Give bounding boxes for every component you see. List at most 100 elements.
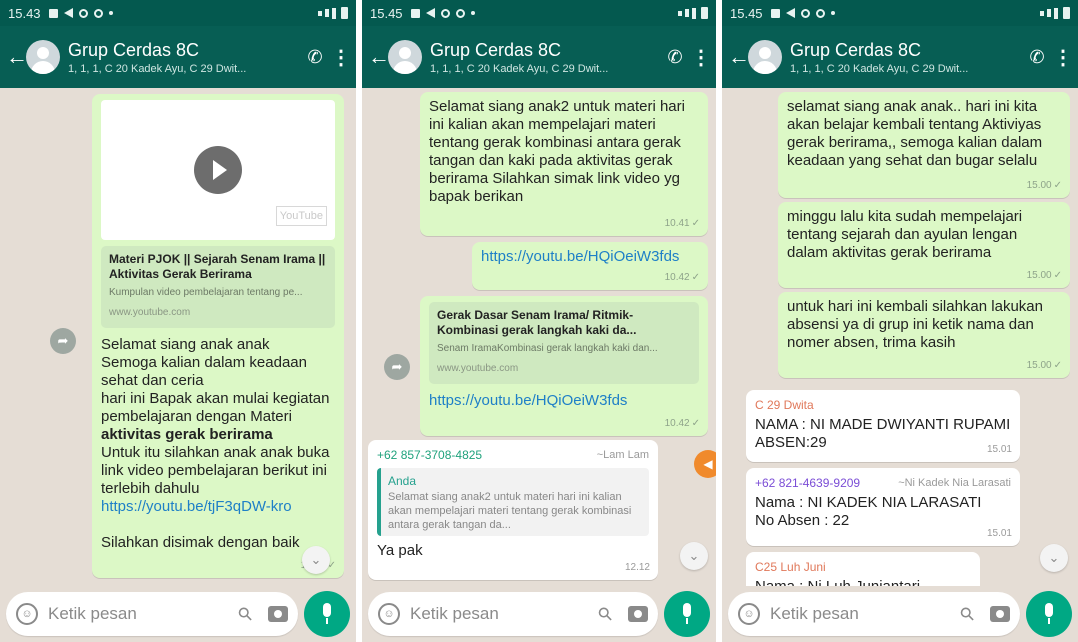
group-avatar[interactable] (26, 40, 60, 74)
back-arrow-icon[interactable]: ← (6, 44, 28, 70)
mic-button[interactable] (1026, 591, 1072, 637)
sender-row: +62 857-3708-4825 ~Lam Lam (377, 446, 649, 464)
chat-info[interactable]: Grup Cerdas 8C 1, 1, 1, C 20 Kadek Ayu, … (68, 40, 300, 75)
send-icon (785, 8, 795, 18)
link-preview[interactable]: Materi PJOK || Sejarah Senam Irama || Ak… (101, 246, 335, 328)
message-link[interactable]: https://youtu.be/HQiOeiW3fds (481, 248, 699, 266)
message-input[interactable]: ☺ Ketik pesan ⚲ (368, 592, 658, 636)
group-avatar[interactable] (748, 40, 782, 74)
gallery-icon (48, 8, 58, 18)
message-bubble[interactable]: Gerak Dasar Senam Irama/ Ritmik-Kombinas… (420, 296, 708, 436)
message-bubble[interactable]: YouTube Materi PJOK || Sejarah Senam Ira… (92, 94, 344, 578)
message-text: Nama : Ni Luh Juniantari (755, 578, 971, 586)
preview-title: Gerak Dasar Senam Irama/ Ritmik-Kombinas… (437, 308, 637, 337)
message-placeholder: Ketik pesan (48, 604, 137, 623)
emoji-icon[interactable]: ☺ (738, 603, 760, 625)
message-bubble[interactable]: https://youtu.be/HQiOeiW3fds 10.42 ✓ (472, 242, 708, 290)
reply-indicator-icon[interactable]: ◀ (694, 450, 716, 478)
more-options-icon[interactable]: ⋮ (1052, 45, 1074, 70)
link-preview[interactable]: Gerak Dasar Senam Irama/ Ritmik-Kombinas… (429, 302, 699, 384)
camera-icon[interactable] (628, 606, 648, 622)
message-bubble[interactable]: untuk hari ini kembali silahkan lakukan … (778, 292, 1070, 378)
group-avatar[interactable] (388, 40, 422, 74)
camera-icon[interactable] (990, 606, 1010, 622)
sender-name[interactable]: +62 857-3708-4825 (377, 446, 482, 464)
add-call-icon[interactable]: ✆ (1022, 47, 1052, 68)
forward-icon[interactable]: ➦ (50, 328, 76, 354)
message-time: 12.12 (624, 562, 650, 573)
scroll-down-icon[interactable]: ⌄ (1040, 544, 1068, 572)
quoted-message[interactable]: Anda Selamat siang anak2 untuk materi ha… (377, 468, 649, 536)
sender-name[interactable]: C25 Luh Juni (755, 558, 826, 576)
message-list[interactable]: selamat siang anak anak.. hari ini kita … (722, 88, 1078, 586)
phone-screen-3: 15.45 ← Grup Cerdas 8C 1, 1, 1, C 20 Kad… (722, 0, 1078, 642)
message-line: Semoga kalian dalam keadaan sehat dan ce… (101, 354, 307, 389)
status-time: 15.45 (370, 5, 403, 21)
scroll-down-icon[interactable]: ⌄ (680, 542, 708, 570)
chat-info[interactable]: Grup Cerdas 8C 1, 1, 1, C 20 Kadek Ayu, … (790, 40, 1022, 75)
notification-dot-icon (830, 11, 835, 15)
message-line: No Absen : 22 (755, 512, 850, 529)
message-line: hari ini Bapak akan mulai kegiatan pembe… (101, 390, 335, 444)
attach-icon[interactable]: ⚲ (593, 602, 617, 626)
mic-button[interactable] (304, 591, 350, 637)
signal-battery-icon (678, 7, 708, 19)
mic-button[interactable] (664, 591, 710, 637)
chat-participants: 1, 1, 1, C 20 Kadek Ayu, C 29 Dwit... (430, 62, 609, 75)
quote-author: Anda (388, 474, 417, 488)
message-bubble[interactable]: Selamat siang anak2 untuk materi hari in… (420, 92, 708, 236)
message-bubble[interactable]: +62 857-3708-4825 ~Lam Lam Anda Selamat … (368, 440, 658, 580)
video-thumbnail[interactable]: YouTube (101, 100, 335, 240)
composer: ☺ Ketik pesan ⚲ (362, 586, 716, 642)
sender-name[interactable]: +62 821-4639-9209 (755, 474, 860, 492)
more-options-icon[interactable]: ⋮ (690, 45, 712, 70)
emoji-icon[interactable]: ☺ (16, 603, 38, 625)
message-line: Silahkan disimak dengan baik (101, 534, 300, 551)
composer: ☺ Ketik pesan ⚲ (0, 586, 356, 642)
emoji-icon[interactable]: ☺ (378, 603, 400, 625)
message-bubble[interactable]: C25 Luh Juni Nama : Ni Luh Juniantari (746, 552, 980, 586)
play-icon[interactable] (194, 146, 242, 194)
status-bar: 15.43 (0, 0, 356, 26)
message-input[interactable]: ☺ Ketik pesan ⚲ (728, 592, 1020, 636)
attach-icon[interactable]: ⚲ (233, 602, 257, 626)
message-link[interactable]: https://youtu.be/HQiOeiW3fds (429, 392, 699, 410)
status-time: 15.45 (730, 5, 763, 21)
scroll-down-icon[interactable]: ⌄ (302, 546, 330, 574)
send-icon (425, 8, 435, 18)
sender-row: C 29 Dwita (755, 396, 1011, 414)
message-time: 10.42 ✓ (664, 418, 700, 429)
message-input[interactable]: ☺ Ketik pesan ⚲ (6, 592, 298, 636)
add-call-icon[interactable]: ✆ (300, 47, 330, 68)
back-arrow-icon[interactable]: ← (368, 44, 390, 70)
notification-dot-icon (470, 11, 475, 15)
preview-description: Kumpulan video pembelajaran tentang pe..… (109, 287, 303, 298)
sender-name[interactable]: C 29 Dwita (755, 396, 814, 414)
message-line: Selamat siang anak anak (101, 336, 270, 353)
gallery-icon (410, 8, 420, 18)
message-bubble[interactable]: +62 821-4639-9209 ~Ni Kadek Nia Larasati… (746, 468, 1020, 546)
chat-info[interactable]: Grup Cerdas 8C 1, 1, 1, C 20 Kadek Ayu, … (430, 40, 660, 75)
message-list[interactable]: Selamat siang anak2 untuk materi hari in… (362, 88, 716, 586)
preview-title: Materi PJOK || Sejarah Senam Irama || Ak… (109, 252, 326, 281)
chat-title: Grup Cerdas 8C (68, 39, 200, 60)
add-call-icon[interactable]: ✆ (660, 47, 690, 68)
message-time: 15.00 ✓ (1026, 360, 1062, 371)
camera-icon[interactable] (268, 606, 288, 622)
more-options-icon[interactable]: ⋮ (330, 45, 352, 70)
message-time: 15.01 (986, 528, 1012, 539)
chat-title: Grup Cerdas 8C (430, 39, 562, 60)
message-bubble[interactable]: C 29 Dwita NAMA : NI MADE DWIYANTI RUPAM… (746, 390, 1020, 462)
message-bubble[interactable]: minggu lalu kita sudah mempelajari tenta… (778, 202, 1070, 288)
message-list[interactable]: YouTube Materi PJOK || Sejarah Senam Ira… (0, 88, 356, 586)
message-time: 10.42 ✓ (664, 272, 700, 283)
bold-text: aktivitas gerak berirama (101, 426, 273, 443)
message-link[interactable]: https://youtu.be/tjF3qDW-kro (101, 498, 335, 516)
message-bubble[interactable]: selamat siang anak anak.. hari ini kita … (778, 92, 1070, 198)
preview-domain: www.youtube.com (109, 307, 191, 318)
status-time: 15.43 (8, 5, 41, 21)
forward-icon[interactable]: ➦ (384, 354, 410, 380)
attach-icon[interactable]: ⚲ (955, 602, 979, 626)
back-arrow-icon[interactable]: ← (728, 44, 750, 70)
sync-icon (800, 8, 810, 18)
